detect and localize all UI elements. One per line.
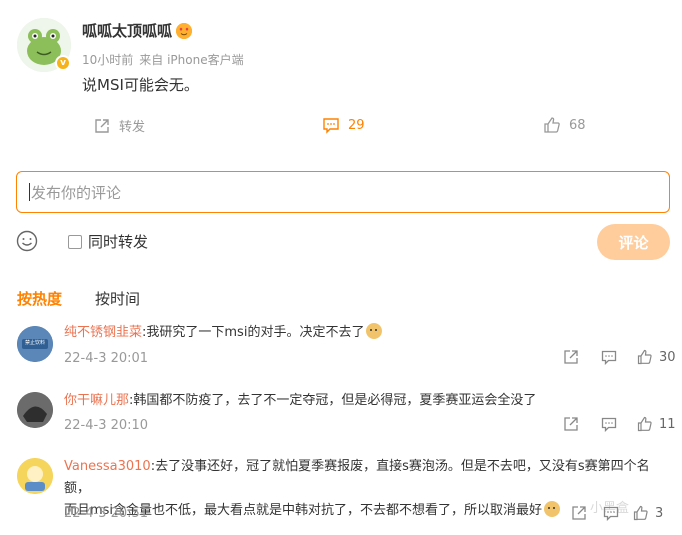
doge-emoji-icon bbox=[544, 501, 561, 517]
dark-avatar-image bbox=[17, 392, 53, 428]
comment-like-button[interactable]: 11 bbox=[637, 416, 676, 432]
also-repost-label: 同时转发 bbox=[88, 233, 149, 251]
share-icon[interactable] bbox=[563, 416, 579, 432]
emoji-picker-button[interactable] bbox=[16, 230, 38, 252]
commenter-name[interactable]: Vanessa3010 bbox=[64, 459, 151, 474]
also-repost-checkbox[interactable] bbox=[68, 234, 82, 249]
comment-like-button[interactable]: 30 bbox=[637, 349, 676, 365]
love-face-emoji-icon bbox=[176, 22, 193, 39]
comment-body: :韩国都不防疫了，去了不一定夺冠，但是必得冠，夏季赛亚运会全没了 bbox=[129, 393, 537, 408]
comment-text: 你干嘛儿那:韩国都不防疫了，去了不一定夺冠，但是必得冠，夏季赛亚运会全没了 bbox=[64, 390, 536, 412]
repost-button[interactable]: 转发 bbox=[93, 116, 145, 135]
commenter-avatar[interactable] bbox=[17, 458, 53, 494]
submit-comment-button[interactable]: 评论 bbox=[597, 224, 670, 260]
thumbs-up-icon bbox=[637, 349, 652, 365]
comment-count: 29 bbox=[348, 117, 365, 133]
post-time: 10小时前 bbox=[82, 53, 134, 67]
also-repost-toggle[interactable]: 同时转发 bbox=[68, 231, 148, 252]
post-body: 说MSI可能会无。 bbox=[82, 76, 199, 94]
comment-time: 22-4-3 20:10 bbox=[64, 418, 149, 433]
thumbs-up-icon bbox=[637, 416, 652, 432]
tab-sort-time[interactable]: 按时间 bbox=[95, 288, 140, 309]
comment-time: 22-4-3 20:51 bbox=[64, 506, 149, 521]
comment-input[interactable]: 发布你的评论 bbox=[16, 171, 670, 213]
comment-time: 22-4-3 20:01 bbox=[64, 351, 149, 366]
tab-sort-hot[interactable]: 按热度 bbox=[17, 288, 62, 309]
thumbs-up-icon bbox=[633, 505, 648, 521]
reply-icon[interactable] bbox=[603, 505, 619, 521]
smiley-icon bbox=[16, 230, 38, 252]
doge-emoji-icon bbox=[366, 323, 383, 339]
share-icon[interactable] bbox=[571, 505, 587, 521]
comment-like-count: 30 bbox=[659, 349, 676, 365]
comment-body: :去了没事还好，冠了就怕夏季赛报废，直接s赛泡汤。但是不去吧，又没有s赛第四个名… bbox=[64, 459, 650, 496]
commenter-name[interactable]: 纯不锈钢韭菜 bbox=[64, 325, 142, 340]
repost-label: 转发 bbox=[119, 120, 146, 135]
comment-body: :我研究了一下msi的对手。决定不去了 bbox=[142, 325, 365, 340]
comment-text: 纯不锈钢韭菜:我研究了一下msi的对手。决定不去了 bbox=[64, 322, 383, 344]
comment-like-count: 11 bbox=[659, 416, 676, 432]
thumbs-up-icon bbox=[544, 117, 560, 133]
comment-input-placeholder: 发布你的评论 bbox=[31, 183, 122, 202]
post-author[interactable]: 呱呱太顶呱呱 bbox=[82, 20, 193, 41]
cartoon-avatar-image bbox=[17, 458, 53, 494]
avatar-sign-text: 禁止饮料 bbox=[24, 340, 45, 346]
post-meta: 10小时前 来自 iPhone客户端 bbox=[82, 51, 250, 68]
like-count: 68 bbox=[569, 117, 586, 133]
commenter-avatar[interactable] bbox=[17, 392, 53, 428]
share-icon[interactable] bbox=[563, 349, 579, 365]
comment-actions: 11 bbox=[563, 416, 676, 432]
author-name[interactable]: 呱呱太顶呱呱 bbox=[82, 20, 172, 41]
comment-count-button[interactable]: 29 bbox=[322, 116, 365, 134]
comment-actions: 3 bbox=[571, 505, 663, 521]
post-source: 来自 iPhone客户端 bbox=[139, 53, 244, 67]
comment-like-count: 3 bbox=[655, 505, 664, 521]
reply-icon[interactable] bbox=[601, 349, 617, 365]
comment-actions: 30 bbox=[563, 349, 676, 365]
text-caret bbox=[29, 183, 30, 201]
comment-icon bbox=[323, 118, 339, 134]
like-button[interactable]: 68 bbox=[543, 116, 586, 134]
commenter-name[interactable]: 你干嘛儿那 bbox=[64, 393, 129, 408]
share-icon bbox=[95, 118, 109, 133]
comment-like-button[interactable]: 3 bbox=[633, 505, 663, 521]
verified-badge-icon: v bbox=[55, 55, 71, 71]
reply-icon[interactable] bbox=[601, 416, 617, 432]
